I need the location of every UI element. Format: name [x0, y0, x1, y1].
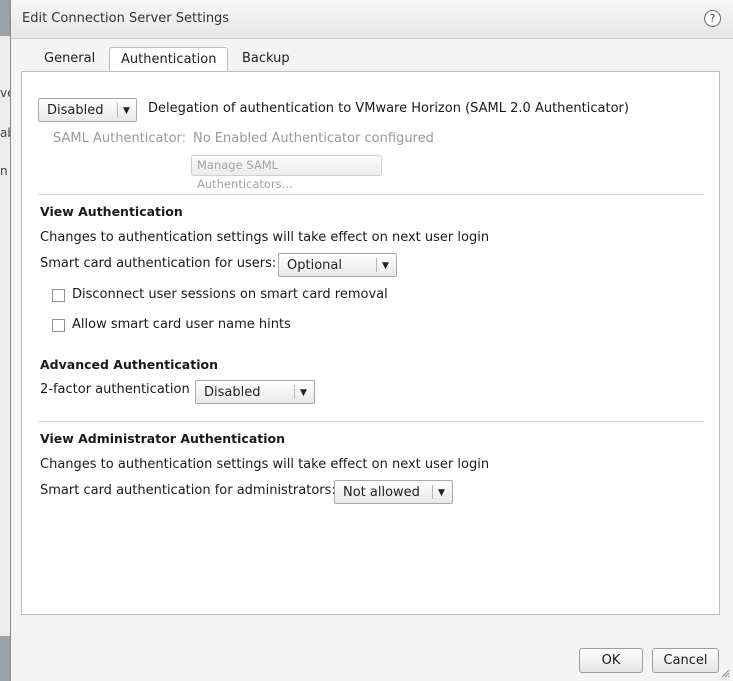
cancel-button[interactable]: Cancel — [652, 648, 719, 673]
disconnect-on-removal-checkbox[interactable] — [52, 289, 65, 302]
resize-grip-icon[interactable] — [720, 668, 730, 678]
admin-smart-card-dropdown[interactable]: Not allowed ▼ — [334, 480, 453, 504]
dialog-title: Edit Connection Server Settings — [22, 11, 230, 26]
dropdown-separator — [294, 385, 295, 399]
dropdown-separator — [117, 103, 118, 117]
tab-backup[interactable]: Backup — [231, 47, 301, 71]
edit-connection-server-dialog: Edit Connection Server Settings ? Genera… — [10, 0, 733, 681]
saml-delegation-label: Delegation of authentication to VMware H… — [148, 101, 629, 116]
user-smart-card-value: Optional — [287, 258, 342, 273]
saml-authenticator-label: SAML Authenticator: — [53, 131, 187, 146]
manage-saml-authenticators-button[interactable]: Manage SAML Authenticators... — [191, 155, 382, 191]
admin-authentication-note: Changes to authentication settings will … — [40, 457, 490, 472]
ok-button[interactable]: OK — [579, 648, 643, 673]
allow-user-name-hints-label: Allow smart card user name hints — [72, 317, 291, 332]
disconnect-on-removal-label: Disconnect user sessions on smart card r… — [72, 287, 388, 302]
view-authentication-heading: View Authentication — [40, 204, 183, 219]
user-smart-card-label: Smart card authentication for users: — [40, 256, 277, 271]
tab-general[interactable]: General — [33, 47, 106, 71]
dropdown-separator — [376, 258, 377, 272]
admin-authentication-heading: View Administrator Authentication — [40, 431, 286, 446]
chevron-down-icon: ▼ — [123, 106, 130, 116]
section-divider — [38, 421, 704, 422]
user-smart-card-dropdown[interactable]: Optional ▼ — [278, 253, 397, 277]
tab-authentication[interactable]: Authentication — [109, 47, 229, 73]
section-divider — [38, 194, 704, 195]
view-authentication-note: Changes to authentication settings will … — [40, 230, 490, 245]
advanced-authentication-heading: Advanced Authentication — [40, 357, 218, 372]
two-factor-value: Disabled — [204, 385, 261, 400]
chevron-down-icon: ▼ — [300, 388, 307, 398]
admin-smart-card-label: Smart card authentication for administra… — [40, 483, 336, 498]
chevron-down-icon: ▼ — [438, 488, 445, 498]
saml-delegation-dropdown[interactable]: Disabled ▼ — [38, 98, 137, 122]
help-icon[interactable]: ? — [704, 10, 721, 27]
saml-authenticator-value: No Enabled Authenticator configured — [193, 131, 434, 146]
authentication-panel: Disabled ▼ Delegation of authentication … — [21, 71, 720, 615]
admin-smart-card-value: Not allowed — [343, 485, 420, 500]
saml-delegation-value: Disabled — [47, 103, 104, 118]
background-text-fragment: n — [0, 164, 8, 178]
allow-user-name-hints-checkbox[interactable] — [52, 319, 65, 332]
two-factor-dropdown[interactable]: Disabled ▼ — [195, 380, 315, 404]
two-factor-label: 2-factor authentication — [40, 382, 190, 397]
dropdown-separator — [432, 485, 433, 499]
dialog-title-bar[interactable]: Edit Connection Server Settings ? — [11, 0, 733, 39]
chevron-down-icon: ▼ — [382, 261, 389, 271]
